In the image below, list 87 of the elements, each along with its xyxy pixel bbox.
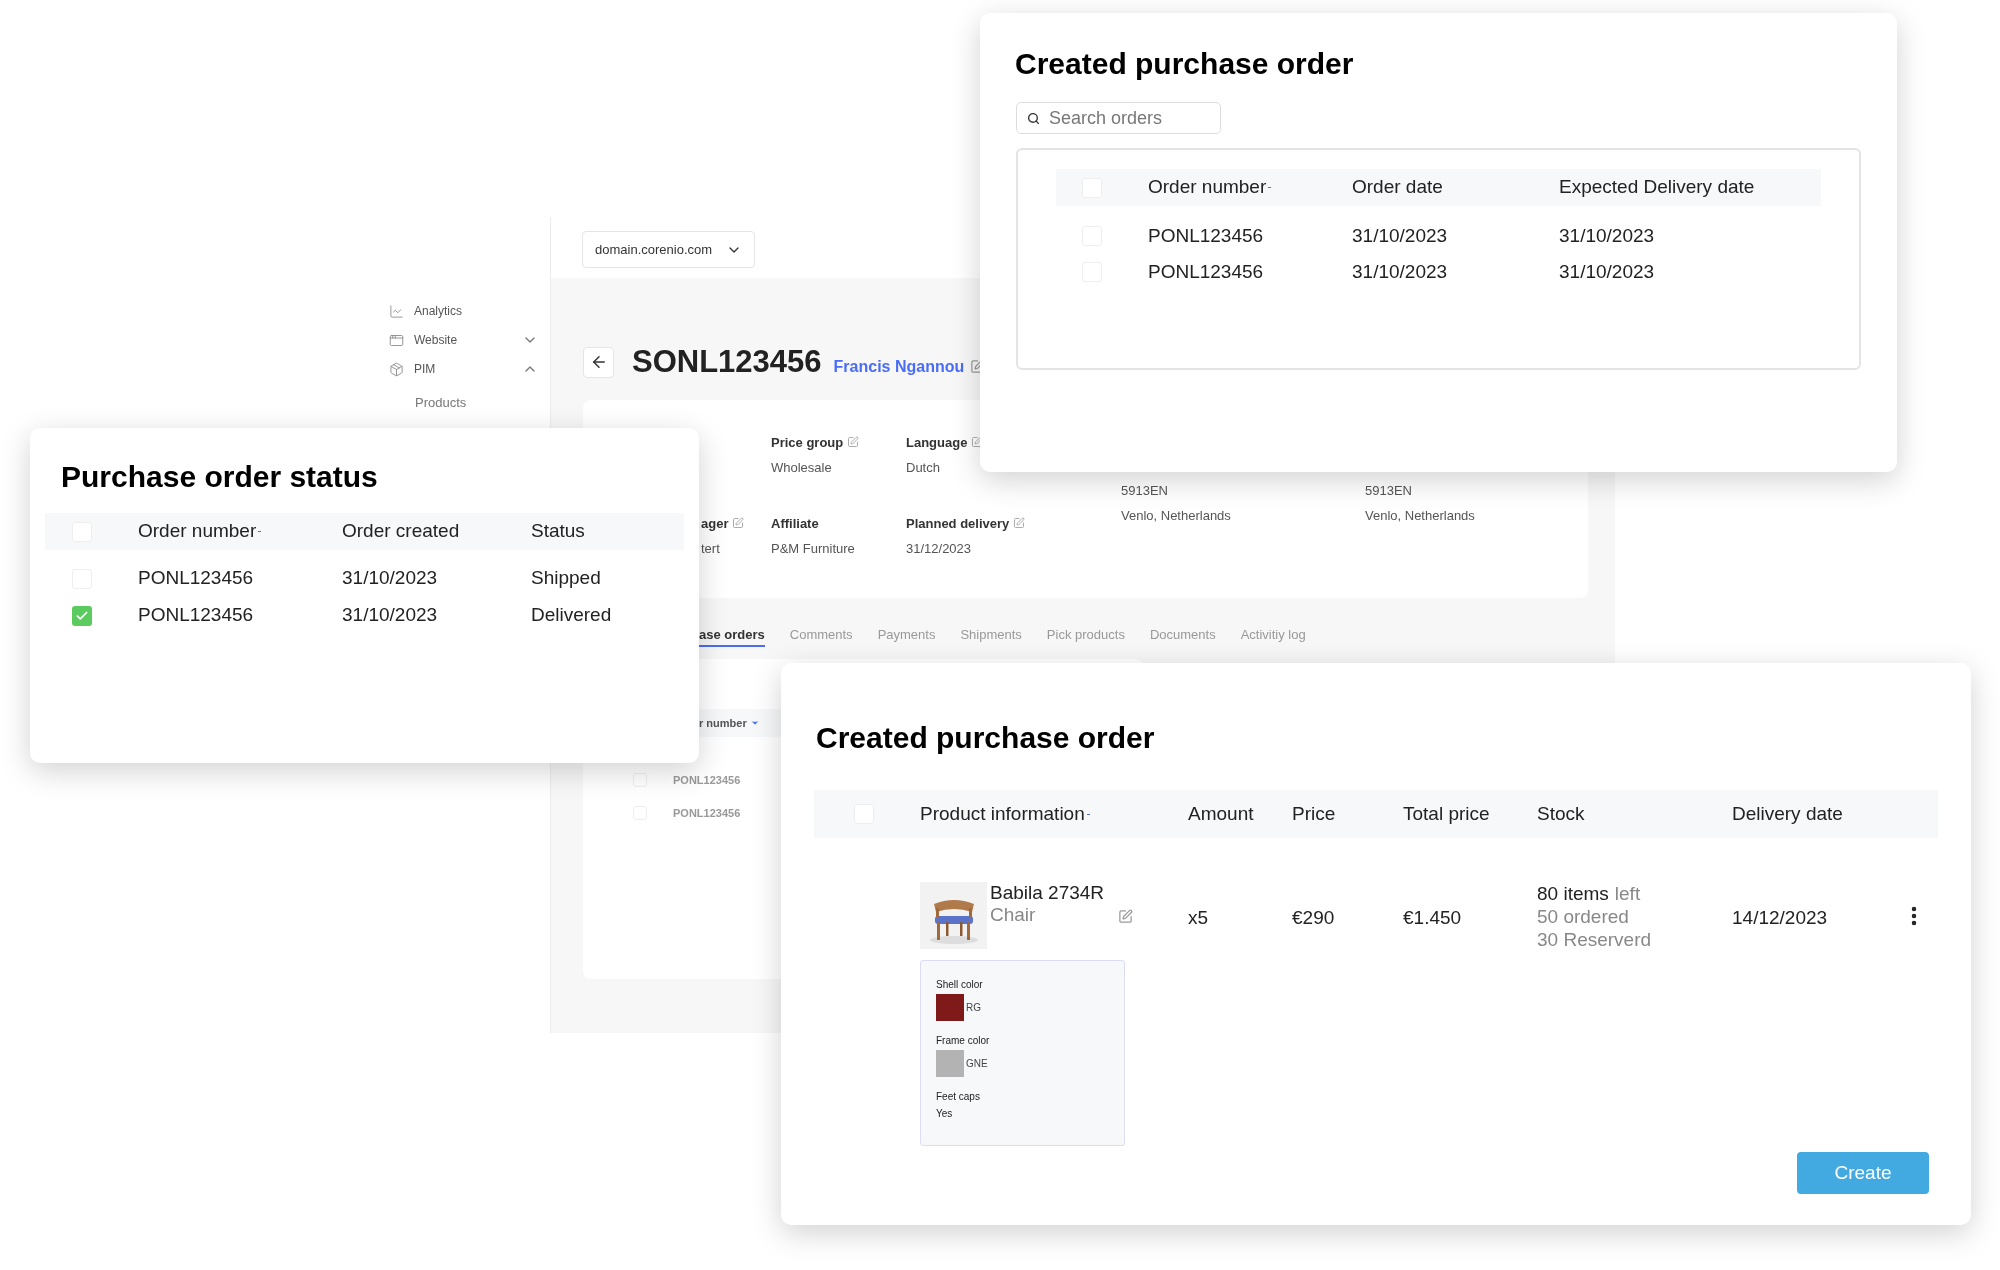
table-cell-text: PONL123456 (1148, 223, 1265, 248)
option-code: GNE (966, 1057, 988, 1071)
field-label: Affiliate (771, 514, 819, 533)
sidebar-item[interactable]: PIM (389, 357, 538, 381)
product-type: Chair (990, 904, 1037, 926)
address-line: 5913EN (1365, 481, 1413, 500)
field-value: 31/12/2023 (906, 540, 973, 558)
column-header: r number (699, 715, 747, 731)
stock-ordered: 50 ordered (1537, 905, 1630, 928)
tab[interactable]: Comments (789, 624, 853, 647)
sidebar-item[interactable]: Website (389, 328, 538, 352)
tab[interactable]: Documents (1149, 624, 1216, 647)
chart-icon (389, 303, 404, 319)
edit-icon[interactable] (1118, 909, 1134, 924)
checkbox[interactable] (633, 773, 647, 787)
address-line: Venlo, Netherlands (1121, 507, 1232, 525)
panel-title: Purchase order status (60, 459, 379, 495)
sort-icon (749, 718, 760, 728)
column-header: Order created (342, 519, 460, 544)
table-cell-text: x5 (1188, 906, 1210, 930)
tab[interactable]: Pick products (1046, 624, 1125, 647)
table-cell-text: 31/10/2023 (342, 603, 439, 628)
field-value: tert (701, 540, 721, 558)
address-line: Venlo, Netherlands (1365, 507, 1476, 525)
field-label: Planned delivery (906, 514, 1010, 533)
column-header: Order date (1352, 175, 1443, 200)
column-header: Expected Delivery date (1559, 175, 1755, 200)
stock-reserved: 30 Reserverd (1537, 928, 1653, 951)
edit-icon[interactable] (1013, 517, 1026, 530)
search-icon (1027, 112, 1040, 125)
sidebar-item[interactable]: Analytics (389, 299, 538, 323)
table-cell-text: 31/10/2023 (1559, 259, 1656, 284)
stock-label: left (1614, 882, 1641, 905)
table-cell-text: PONL123456 (673, 772, 741, 788)
window-icon (389, 332, 404, 348)
field-label: Price group (771, 433, 844, 452)
table-cell-text: 31/10/2023 (1352, 223, 1449, 248)
tab[interactable]: Shipments (960, 624, 1022, 647)
column-header: Order number (1148, 175, 1267, 200)
create-button[interactable]: Create (1797, 1152, 1929, 1194)
edit-icon[interactable] (732, 517, 745, 530)
column-header: Delivery date (1732, 801, 1843, 826)
field-value: P&M Furniture (771, 540, 856, 558)
column-header: Amount (1188, 801, 1254, 826)
field-value: Dutch (906, 459, 941, 477)
table-cell-text: PONL123456 (1148, 259, 1265, 284)
table-cell-text: PONL123456 (138, 603, 255, 628)
column-header: Product information (920, 801, 1085, 826)
checkbox[interactable] (72, 605, 92, 626)
table-cell-text: 14/12/2023 (1732, 906, 1829, 930)
column-header: Price (1292, 801, 1336, 826)
field-label: ager (701, 514, 729, 533)
table-cell-text: 31/10/2023 (1352, 259, 1449, 284)
address-line: 5913EN (1121, 481, 1169, 500)
table-cell-text: €290 (1292, 906, 1336, 930)
table-cell-text: 31/10/2023 (1559, 223, 1656, 248)
edit-icon[interactable] (847, 436, 860, 449)
column-header: Order number (138, 519, 257, 544)
table-cell-text: €1.450 (1403, 906, 1463, 930)
field-value: Wholesale (771, 459, 833, 477)
customer-link[interactable]: Francis Ngannou (833, 355, 965, 380)
table-cell-text: Delivered (531, 603, 613, 628)
option-code: RG (966, 1001, 981, 1015)
column-header: Total price (1403, 801, 1490, 826)
table-cell-text: Shipped (531, 566, 602, 591)
table-cell-text: 31/10/2023 (342, 566, 439, 591)
panel-title: Created purchase order (1014, 46, 1355, 82)
tab[interactable]: Activitiy log (1240, 624, 1306, 647)
tab[interactable]: Payments (877, 624, 936, 647)
field-label: Language (906, 433, 968, 452)
table-cell-text: PONL123456 (138, 566, 255, 591)
option-label: Shell color (936, 978, 984, 992)
panel-title: Created purchase order (815, 720, 1156, 756)
stock-count: 80 items (1537, 882, 1609, 905)
order-number-title: SONL123456 (632, 343, 822, 381)
back-button[interactable] (583, 346, 614, 378)
domain-select[interactable]: domain.corenio.com (582, 231, 755, 268)
sidebar-subitem[interactable]: Products (389, 393, 538, 413)
search-field[interactable]: Search orders (1016, 102, 1221, 134)
option-label: Frame color (936, 1034, 991, 1048)
product-name: Babila 2734R (990, 882, 1105, 904)
column-header: Stock (1537, 801, 1585, 826)
option-value: Yes (936, 1107, 954, 1121)
box-icon (389, 361, 404, 377)
option-label: Feet caps (936, 1090, 981, 1104)
column-header: Status (531, 519, 585, 544)
table-cell-text: PONL123456 (673, 805, 741, 821)
